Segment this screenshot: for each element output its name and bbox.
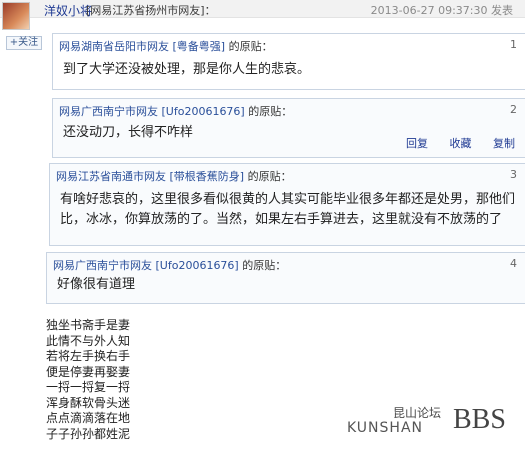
quote-box-3: 网易江苏省南通市网友 [带根香蕉防身] 的原贴： 3 有啥好悲哀的，这里很多看似… [49,163,525,246]
site-watermark: 昆山论坛 KUNSHAN BBS [345,400,515,448]
poem-line: 便是停妻再娶妻 [46,364,131,379]
quote-header: 网易湖南省岳阳市网友 [粤备粤强] 的原贴： [59,38,273,54]
quote-user-tag[interactable]: [Ufo20061676] [162,105,245,118]
watermark-en: KUNSHAN [347,420,423,436]
quote-suffix: 的原贴： [247,170,292,183]
quote-user-link[interactable]: 网易广西南宁市网友 [59,105,158,118]
watermark-bbs: BBS [453,404,506,435]
quote-box-2: 网易广西南宁市网友 [Ufo20061676] 的原贴： 2 还没动刀，长得不咋… [52,98,525,158]
poem-line: 点点滴滴落在地 [46,411,131,425]
quote-user-link[interactable]: 网易江苏省南通市网友 [56,170,166,183]
post-header: 洋奴小将 [网易江苏省扬州市网友]： 2013-06-27 09:37:30 发… [0,0,525,30]
quote-box-4: 网易广西南宁市网友 [Ufo20061676] 的原贴： 4 好像很有道理 [46,252,525,304]
quote-suffix: 的原贴： [242,259,287,272]
quote-suffix: 的原贴： [228,40,273,53]
poster-location: [网易江苏省扬州市网友]： [86,4,216,17]
post-body: 独坐书斋手是妻 此情不与外人知 若将左手换右手 便是停妻再娶妻 一捋一捋复一捋 … [46,318,130,442]
poster-username[interactable]: 洋奴小将 [44,2,92,19]
poem-line: 此情不与外人知 [46,333,131,348]
quote-user-tag[interactable]: [带根香蕉防身] [170,170,245,183]
floor-number: 2 [510,103,517,116]
quote-text: 好像很有道理 [57,277,136,292]
watermark-cn: 昆山论坛 [393,406,442,420]
quote-user-tag[interactable]: [Ufo20061676] [156,259,239,272]
quote-header: 网易广西南宁市网友 [Ufo20061676] 的原贴： [53,257,286,273]
follow-button[interactable]: +关注 [6,36,42,50]
favorite-link[interactable]: 收藏 [450,137,472,150]
quote-text: 到了大学还没被处理，那是你人生的悲哀。 [63,62,311,77]
quote-header: 网易江苏省南通市网友 [带根香蕉防身] 的原贴： [56,168,292,184]
reply-link[interactable]: 回复 [406,137,428,150]
quote-user-link[interactable]: 网易湖南省岳阳市网友 [59,40,169,53]
quote-user-tag[interactable]: [粤备粤强] [173,40,226,53]
quote-header: 网易广西南宁市网友 [Ufo20061676] 的原贴： [59,103,292,119]
quote-text: 还没动刀，长得不咋样 [63,125,194,140]
floor-number: 1 [510,38,517,51]
post-timestamp: 2013-06-27 09:37:30 发表 [370,4,513,17]
copy-link[interactable]: 复制 [493,137,515,150]
floor-number: 4 [510,257,517,270]
poem-line: 若将左手换右手 [46,349,131,363]
quote-actions: 回复 收藏 复制 [388,135,515,151]
poem-line: 独坐书斋手是妻 [46,318,131,332]
quote-suffix: 的原贴： [248,105,293,118]
poem-line: 一捋一捋复一捋 [46,380,131,394]
quote-box-1: 网易湖南省岳阳市网友 [粤备粤强] 的原贴： 1 到了大学还没被处理，那是你人生… [52,33,525,90]
poem-line: 浑身酥软骨头迷 [46,395,131,410]
avatar[interactable] [2,2,30,30]
floor-number: 3 [510,168,517,181]
quote-user-link[interactable]: 网易广西南宁市网友 [53,259,152,272]
poem-line: 子子孙孙都姓泥 [46,426,131,441]
quote-text: 有啥好悲哀的，这里很多看似很黄的人其实可能毕业很多年都还是处男，那他们比，冰冰，… [60,192,516,227]
